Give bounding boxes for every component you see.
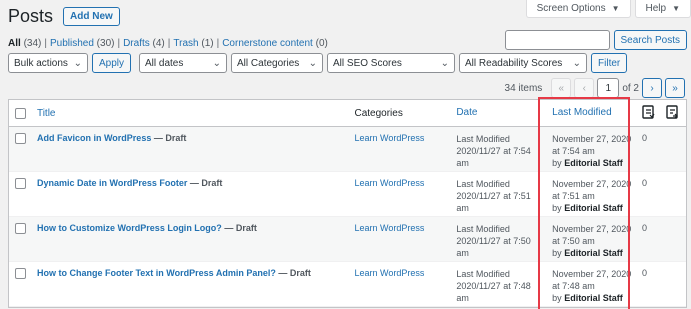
tablenav-filters: Bulk actions ⌄ Apply All dates ⌄ All Categ…	[8, 53, 628, 73]
apply-button[interactable]: Apply	[92, 53, 132, 73]
last-modified-cell: November 27, 2020 at 7:54 am by Editorial …	[552, 134, 632, 168]
dates-select[interactable]: All dates ⌄	[139, 53, 228, 73]
column-last-modified[interactable]: Last Modified	[552, 107, 611, 118]
last-modified-cell: November 27, 2020 at 7:48 am by Editorial …	[552, 269, 632, 303]
table-row: Add Favicon in WordPress — Draft Learn W…	[9, 127, 686, 172]
category-link[interactable]: Learn WordPress	[354, 223, 424, 233]
row-checkbox[interactable]	[15, 178, 27, 189]
row-checkbox[interactable]	[15, 268, 27, 279]
row-checkbox[interactable]	[15, 133, 27, 144]
post-title-link[interactable]: Add Favicon in WordPress	[37, 133, 151, 143]
last-page-button[interactable]: »	[665, 78, 685, 98]
view-cornerstone[interactable]: Cornerstone content (0)	[222, 38, 328, 49]
view-trash[interactable]: Trash (1)	[173, 38, 213, 49]
post-title-link[interactable]: How to Change Footer Text in WordPress A…	[37, 268, 276, 278]
outgoing-links-icon[interactable]	[666, 104, 679, 119]
help-label: Help	[645, 3, 667, 14]
categories-select[interactable]: All Categories ⌄	[231, 53, 324, 73]
post-title-link[interactable]: How to Customize WordPress Login Logo?	[37, 223, 222, 233]
bulk-actions-select[interactable]: Bulk actions ⌄	[8, 53, 88, 73]
readability-scores-select[interactable]: All Readability Scores ⌄	[459, 53, 588, 73]
table-row: Dynamic Date in WordPress Footer — Draft…	[9, 172, 686, 217]
last-modified-cell: November 27, 2020 at 7:50 am by Editorial …	[552, 224, 632, 258]
chevron-down-icon: ⌄	[572, 57, 582, 69]
screen-options-label: Screen Options	[536, 3, 606, 14]
column-categories: Categories	[354, 107, 403, 119]
comment-count: 0	[642, 133, 648, 143]
comment-count: 0	[642, 223, 648, 233]
chevron-down-icon: ⌄	[308, 57, 318, 69]
column-date[interactable]: Date	[456, 107, 477, 118]
add-new-button[interactable]: Add New	[63, 7, 120, 26]
comments-sync-icon[interactable]	[642, 104, 655, 119]
help-button[interactable]: Help ▼	[634, 0, 691, 18]
category-link[interactable]: Learn WordPress	[354, 268, 424, 278]
column-title[interactable]: Title	[37, 108, 56, 119]
table-row: How to Change Footer Text in WordPress A…	[9, 262, 686, 307]
filter-button[interactable]: Filter	[591, 53, 628, 73]
post-state: — Draft	[151, 133, 187, 143]
items-count: 34 items	[504, 82, 543, 94]
post-title-link[interactable]: Dynamic Date in WordPress Footer	[37, 178, 187, 188]
date-cell: Last Modified 2020/11/27 at 7:50 am	[456, 224, 531, 258]
page-header: Posts Add New	[8, 6, 120, 27]
category-link[interactable]: Learn WordPress	[354, 178, 424, 188]
chevron-down-icon: ⌄	[212, 57, 222, 69]
caret-down-icon: ▼	[672, 4, 680, 13]
view-published[interactable]: Published (30)	[50, 38, 115, 49]
screen-options-button[interactable]: Screen Options ▼	[525, 0, 631, 18]
view-all[interactable]: All (34)	[8, 38, 41, 49]
search-posts-button[interactable]: Search Posts	[613, 30, 687, 50]
chevron-down-icon: ⌄	[440, 57, 450, 69]
prev-page-button[interactable]: ‹	[574, 78, 595, 98]
view-drafts[interactable]: Drafts (4)	[123, 38, 165, 49]
comment-count: 0	[642, 268, 648, 278]
category-link[interactable]: Learn WordPress	[354, 133, 424, 143]
date-cell: Last Modified 2020/11/27 at 7:51 am	[456, 179, 531, 213]
date-cell: Last Modified 2020/11/27 at 7:48 am	[456, 269, 531, 303]
comment-count: 0	[642, 178, 648, 188]
first-page-button[interactable]: «	[551, 78, 572, 98]
table-header: Title Categories Date Last Modified	[9, 100, 686, 127]
next-page-button[interactable]: ›	[642, 78, 662, 98]
table-row: How to Customize WordPress Login Logo? —…	[9, 217, 686, 262]
caret-down-icon: ▼	[611, 4, 620, 13]
last-modified-cell: November 27, 2020 at 7:51 am by Editorial …	[552, 179, 632, 213]
page-title: Posts	[8, 6, 54, 26]
screen-meta-links: Screen Options ▼ Help ▼	[525, 0, 691, 18]
post-state: — Draft	[275, 268, 311, 278]
pagination: 34 items « ‹ 1 of 2 › »	[505, 78, 685, 98]
current-page-input[interactable]: 1	[597, 78, 620, 98]
select-all-checkbox[interactable]	[15, 107, 27, 119]
row-checkbox[interactable]	[15, 223, 27, 234]
post-state: — Draft	[221, 223, 257, 233]
search-input[interactable]	[504, 30, 610, 50]
table-body: Add Favicon in WordPress — Draft Learn W…	[9, 127, 686, 307]
post-status-views: All (34) | Published (30) | Drafts (4) | Tr…	[8, 38, 328, 49]
total-pages: of 2	[622, 82, 639, 94]
seo-scores-select[interactable]: All SEO Scores ⌄	[327, 53, 456, 73]
date-cell: Last Modified 2020/11/27 at 7:54 am	[456, 134, 531, 168]
post-state: — Draft	[187, 178, 223, 188]
select-all-cell	[9, 107, 33, 119]
chevron-down-icon: ⌄	[73, 57, 82, 69]
search-box: Search Posts	[504, 30, 687, 50]
posts-table: Title Categories Date Last Modified Add …	[8, 99, 687, 308]
